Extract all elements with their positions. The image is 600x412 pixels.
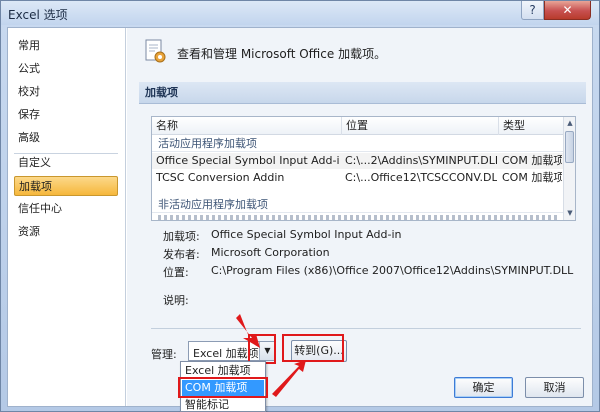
addins-list[interactable]: 名称 位置 类型 活动应用程序加载项 Office Special Symbol… xyxy=(151,116,576,221)
highlight-box-com-option xyxy=(178,377,268,398)
nav-item-advanced[interactable]: 高级 xyxy=(14,128,118,148)
close-button[interactable]: ✕ xyxy=(544,1,591,20)
window-title: Excel 选项 xyxy=(8,8,68,22)
nav-item-resources[interactable]: 资源 xyxy=(14,222,118,242)
panel-heading: 查看和管理 Microsoft Office 加载项。 xyxy=(177,47,387,61)
addin-location: C:\...2\Addins\SYMINPUT.DLL xyxy=(345,154,497,167)
detail-value: C:\Program Files (x86)\Office 2007\Offic… xyxy=(211,264,574,277)
table-row[interactable]: TCSC Conversion Addin C:\...Office12\TCS… xyxy=(152,170,563,186)
group-divider xyxy=(152,151,563,152)
nav-item-trust-center[interactable]: 信任中心 xyxy=(14,199,118,219)
scroll-up-icon[interactable]: ▲ xyxy=(565,118,575,128)
nav-item-addins[interactable]: 加载项 xyxy=(14,176,118,196)
detail-label: 说明: xyxy=(163,294,189,307)
detail-value: Office Special Symbol Input Add-in xyxy=(211,228,402,241)
col-location-header[interactable]: 位置 xyxy=(342,117,499,135)
detail-location: 位置: C:\Program Files (x86)\Office 2007\O… xyxy=(127,264,587,280)
nav-item-common[interactable]: 常用 xyxy=(14,36,118,56)
list-header: 名称 位置 类型 xyxy=(152,117,563,135)
cancel-button[interactable]: 取消 xyxy=(525,377,584,398)
addins-panel: 查看和管理 Microsoft Office 加载项。 加载项 名称 位置 类型… xyxy=(127,28,592,406)
detail-description: 说明: xyxy=(127,292,587,308)
detail-addin: 加载项: Office Special Symbol Input Add-in xyxy=(127,228,587,244)
section-title-addins: 加载项 xyxy=(139,82,586,104)
detail-label: 位置: xyxy=(163,266,189,279)
addin-type: COM 加载项 xyxy=(502,154,562,167)
col-type-header[interactable]: 类型 xyxy=(499,117,563,135)
addin-name: TCSC Conversion Addin xyxy=(156,171,285,184)
panel-divider xyxy=(151,328,581,329)
ok-button[interactable]: 确定 xyxy=(454,377,513,398)
options-nav: 常用 公式 校对 保存 高级 自定义 加载项 信任中心 资源 xyxy=(8,28,126,406)
table-row[interactable]: Office Special Symbol Input Add-in C:\..… xyxy=(152,153,563,169)
detail-publisher: 发布者: Microsoft Corporation xyxy=(127,246,587,262)
detail-label: 发布者: xyxy=(163,248,200,261)
col-name-header[interactable]: 名称 xyxy=(152,117,342,135)
clipped-row xyxy=(158,215,558,220)
nav-item-proofing[interactable]: 校对 xyxy=(14,82,118,102)
list-scrollbar[interactable]: ▲ ▼ xyxy=(563,117,575,220)
addin-location: C:\...Office12\TCSCCONV.DLL xyxy=(345,171,497,184)
addin-name: Office Special Symbol Input Add-in xyxy=(156,154,340,167)
help-button[interactable]: ? xyxy=(521,1,544,20)
nav-item-customize[interactable]: 自定义 xyxy=(14,153,118,173)
detail-label: 加载项: xyxy=(163,230,200,243)
detail-value: Microsoft Corporation xyxy=(211,246,330,259)
nav-item-formulas[interactable]: 公式 xyxy=(14,59,118,79)
highlight-box-goto xyxy=(282,334,344,362)
dropdown-option-smart-tags[interactable]: 智能标记 xyxy=(182,397,264,412)
highlight-box-dropdown-arrow xyxy=(248,334,276,364)
addin-type: COM 加载项 xyxy=(502,171,562,184)
scroll-down-icon[interactable]: ▼ xyxy=(565,208,575,218)
group-active-addins: 活动应用程序加载项 xyxy=(158,137,257,150)
group-inactive-addins: 非活动应用程序加载项 xyxy=(158,198,268,211)
manage-label: 管理: xyxy=(151,348,177,361)
addins-gear-icon xyxy=(145,39,166,63)
scroll-thumb[interactable] xyxy=(565,131,574,163)
group-divider xyxy=(152,212,563,213)
title-bar: Excel 选项 ? ✕ xyxy=(1,1,599,25)
nav-item-save[interactable]: 保存 xyxy=(14,105,118,125)
